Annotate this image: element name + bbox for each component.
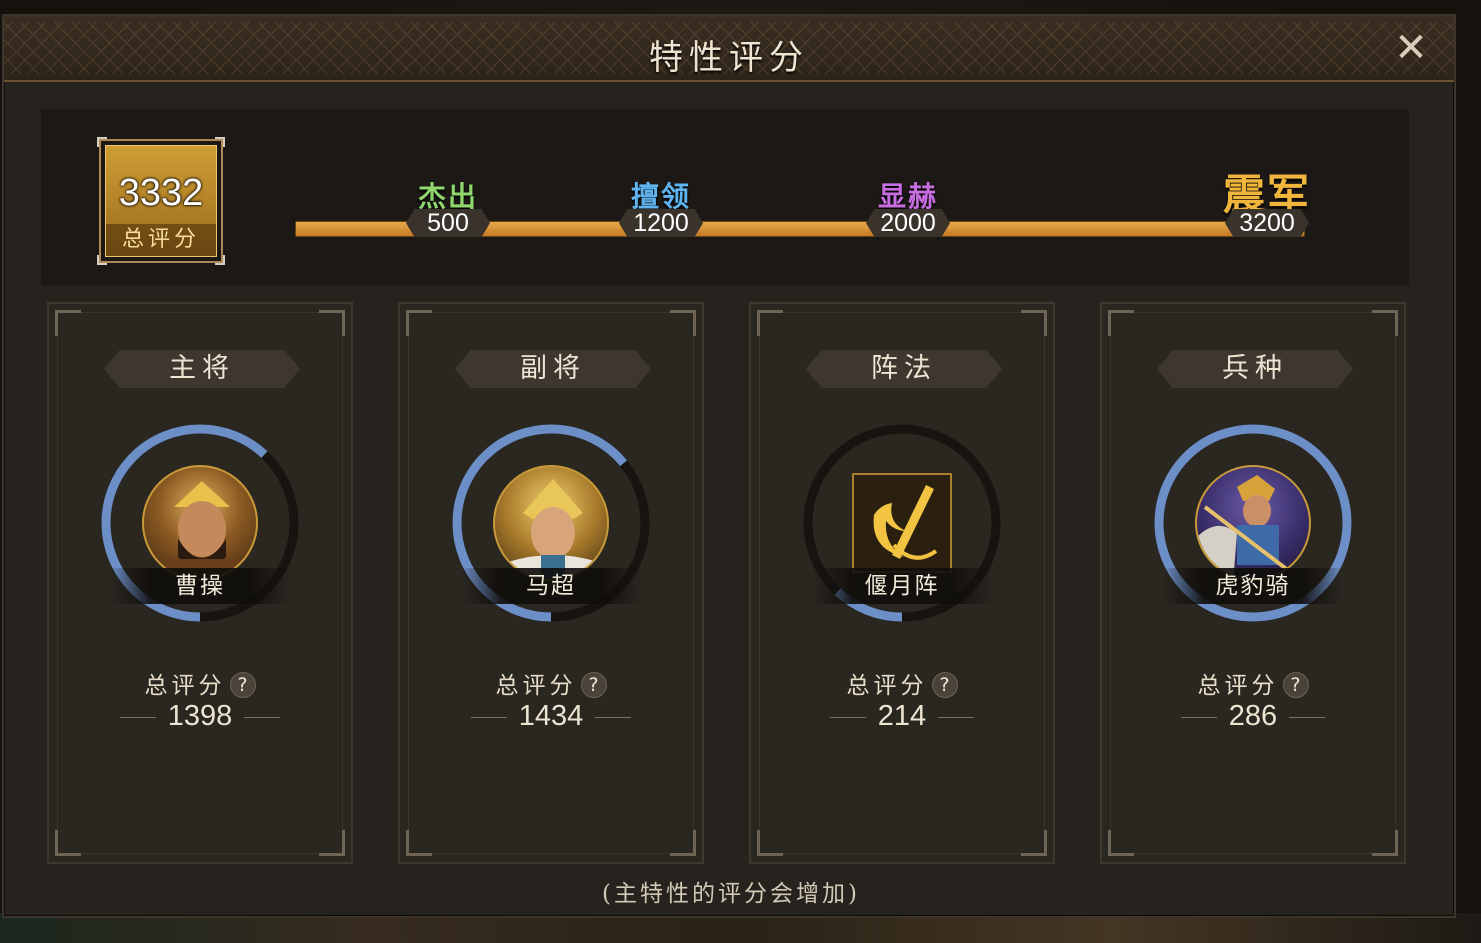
score-label: 总评分? [49,666,351,700]
close-button[interactable]: ✕ [1390,28,1432,70]
trait-score-dialog: 特性评分 ✕ 3332 总评分 杰出 500 擅领 1200 显赫 2000 震… [2,14,1456,918]
formation-name: 偃月阵 [812,568,992,604]
tier-threshold: 2000 [866,209,950,237]
question-mark-icon[interactable]: ? [580,672,607,698]
close-x-icon: ✕ [1394,25,1428,71]
card-score: 214 [751,700,1053,733]
card-title: 主将 [104,350,300,388]
total-score-badge: 3332 总评分 [97,137,225,265]
card-title: 副将 [455,350,651,388]
troop-name: 虎豹骑 [1163,568,1343,604]
footer-note: (主特性的评分会增加) [602,881,860,907]
score-label: 总评分? [1102,666,1404,700]
card-title: 阵法 [806,350,1002,388]
tier-threshold: 1200 [619,209,703,237]
general-portrait[interactable] [142,465,258,581]
card-score: 1398 [49,700,351,733]
question-mark-icon[interactable]: ? [1282,672,1309,698]
card-formation: 阵法 偃月阵 总评分? 214 [749,302,1055,864]
general-name: 曹操 [110,568,290,604]
card-main-general: 主将 曹操 总评分? 1398 [47,302,353,864]
card-score: 286 [1102,700,1404,733]
question-mark-icon[interactable]: ? [931,672,958,698]
general-portrait[interactable] [493,465,609,581]
score-label: 总评分? [400,666,702,700]
card-title: 兵种 [1157,350,1353,388]
card-score: 1434 [400,700,702,733]
card-troop-type: 兵种 虎豹骑 总评分? 286 [1100,302,1406,864]
card-vice-general: 副将 马超 总评分? 1434 [398,302,704,864]
tier-threshold: 3200 [1225,209,1309,237]
question-mark-icon[interactable]: ? [229,672,256,698]
total-score-value: 3332 [118,172,204,214]
dialog-header: 特性评分 ✕ [4,16,1454,82]
tier-threshold: 500 [406,209,490,237]
general-name: 马超 [461,568,641,604]
score-label: 总评分? [751,666,1053,700]
crescent-blade-icon[interactable] [852,473,952,573]
troop-portrait[interactable] [1195,465,1311,581]
score-summary: 3332 总评分 杰出 500 擅领 1200 显赫 2000 震军 3200 [41,109,1409,285]
dialog-title: 特性评分 [649,38,809,78]
total-score-label: 总评分 [106,224,216,256]
